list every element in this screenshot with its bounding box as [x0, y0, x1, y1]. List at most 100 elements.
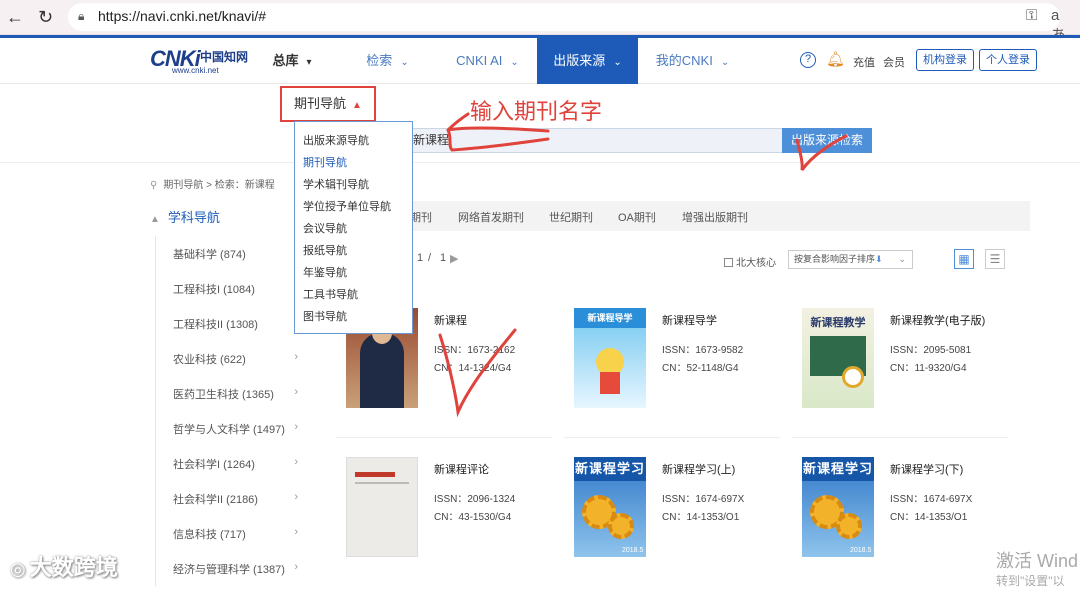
journal-cover[interactable]: 新课程教学	[802, 308, 874, 408]
annotation-text: 输入期刊名字	[470, 99, 603, 124]
help-icon[interactable]: ?	[800, 52, 816, 68]
menu-item-book-nav[interactable]: 图书导航	[295, 306, 412, 328]
journal-card[interactable]: 新课程导学 新课程导学 ISSN：1673-9582 CN：52-1148/G4	[564, 308, 779, 416]
journal-card[interactable]: 新课程教学 新课程教学(电子版) ISSN：2095-5081 CN：11-93…	[792, 308, 1007, 416]
journal-cn: CN：14-1353/O1	[662, 512, 740, 523]
sidebar-item-medicine[interactable]: 医药卫生科技 (1365) ›	[173, 386, 298, 402]
journal-card[interactable]: 新课程学习 2018.5 新课程学习(上) ISSN：1674-697X CN：…	[564, 457, 779, 565]
menu-item-journal-nav[interactable]: 期刊导航	[295, 152, 412, 174]
menu-item-academic-serial-nav[interactable]: 学术辑刊导航	[295, 174, 412, 196]
tab-century-journal[interactable]: 世纪期刊	[549, 209, 593, 225]
journal-title[interactable]: 新课程导学	[662, 312, 717, 328]
checkbox-box	[724, 258, 733, 267]
sidebar-item-engineering-2[interactable]: 工程科技II (1308)›	[173, 316, 298, 332]
menu-item-degree-unit-nav[interactable]: 学位授予单位导航	[295, 196, 412, 218]
card-divider	[336, 437, 552, 438]
sidebar-item-basic-science[interactable]: 基础科学 (874)›	[173, 246, 298, 262]
subject-nav-title[interactable]: ▲ 学科导航	[150, 207, 220, 226]
cover-title: 新课程导学	[574, 308, 646, 328]
browser-toolbar: ← ↻ 🔒︎ https://navi.cnki.net/knavi/# ⚿ a…	[0, 0, 1080, 44]
notification-bell-icon[interactable]: 🔔︎	[826, 50, 845, 68]
member-link[interactable]: 会员	[883, 54, 905, 70]
chevron-down-icon: ⌄	[898, 254, 906, 264]
page-current: 1	[417, 252, 424, 264]
journal-cover[interactable]: 新课程导学	[574, 308, 646, 408]
journal-cover[interactable]: 新课程学习 2018.5	[802, 457, 874, 557]
journal-issn: ISSN：1673-9582	[662, 345, 744, 356]
tab-oa-journal[interactable]: OA期刊	[618, 209, 656, 225]
menu-item-newspaper-nav[interactable]: 报纸导航	[295, 240, 412, 262]
cover-clock	[842, 366, 864, 388]
sidebar-item-humanities[interactable]: 哲学与人文科学 (1497) ›	[173, 421, 298, 437]
journal-cn: CN：43-1530/G4	[434, 512, 512, 523]
logo-cn-text: 中国知网	[200, 50, 249, 64]
search-type-dropdown[interactable]: 期刊导航 ▲	[280, 86, 376, 122]
sidebar-item-info-tech[interactable]: 信息科技 (717) ›	[173, 526, 298, 542]
menu-item-source-nav[interactable]: 出版来源导航	[295, 130, 412, 152]
cover-person	[360, 333, 404, 408]
sort-down-icon: ⬇	[875, 254, 883, 264]
org-login-button[interactable]: 机构登录	[916, 49, 974, 71]
logo-url-text: www.cnki.net	[172, 66, 219, 75]
cover-illustration	[600, 372, 620, 394]
journal-issn: ISSN：1673-2162	[434, 345, 516, 356]
tab-online-first[interactable]: 网络首发期刊	[458, 209, 524, 225]
journal-card[interactable]: 新课程评论 ISSN：2096-1324 CN：43-1530/G4	[336, 457, 551, 565]
sidebar-item-social-science-2[interactable]: 社会科学II (2186) ›	[173, 491, 298, 507]
journal-title[interactable]: 新课程教学(电子版)	[890, 312, 985, 328]
sidebar-item-agriculture[interactable]: 农业科技 (622) ›	[173, 351, 298, 367]
reload-icon[interactable]: ↻	[38, 6, 53, 28]
tab-journal[interactable]: 期刊	[410, 209, 432, 225]
sidebar-item-economics[interactable]: 经济与管理科学 (1387) ›	[173, 561, 298, 577]
nav-publication-source[interactable]: 出版来源 ⌄	[537, 38, 638, 84]
journal-title[interactable]: 新课程	[434, 312, 467, 328]
nav-cnki-ai[interactable]: CNKI AI ⌄	[440, 38, 535, 84]
journal-cn: CN：11-9320/G4	[890, 363, 967, 374]
recharge-link[interactable]: 充值	[853, 54, 875, 70]
cover-title: 新课程学习	[574, 457, 646, 481]
search-type-menu: 出版来源导航 期刊导航 学术辑刊导航 学位授予单位导航 会议导航 报纸导航 年鉴…	[294, 121, 413, 334]
divider	[0, 162, 1080, 163]
sidebar-item-social-science-1[interactable]: 社会科学I (1264) ›	[173, 456, 298, 472]
chevron-down-icon: ⌄	[720, 57, 730, 68]
menu-item-reference-book-nav[interactable]: 工具书导航	[295, 284, 412, 306]
nav-zongku[interactable]: 总库 ▾	[262, 38, 322, 84]
search-button[interactable]: 出版来源检索	[782, 128, 872, 153]
next-page-icon[interactable]: ▶	[450, 252, 458, 265]
key-icon[interactable]: ⚿	[1026, 7, 1037, 24]
sidebar-item-engineering-1[interactable]: 工程科技I (1084)›	[173, 281, 298, 297]
page-total: 1	[440, 252, 447, 264]
journal-cn: CN：52-1148/G4	[662, 363, 739, 374]
personal-login-button[interactable]: 个人登录	[979, 49, 1037, 71]
watermark-icon: ◎	[10, 559, 26, 579]
back-arrow-icon[interactable]: ←	[6, 6, 24, 28]
journal-title[interactable]: 新课程评论	[434, 461, 489, 477]
list-view-icon[interactable]: ☰	[985, 249, 1005, 269]
grid-view-icon[interactable]: ▦	[954, 249, 974, 269]
nav-my-cnki[interactable]: 我的CNKI ⌄	[645, 38, 740, 84]
sort-select[interactable]: 按复合影响因子排序⬇ ⌄	[788, 250, 913, 269]
caret-up-icon: ▲	[352, 100, 362, 111]
journal-cn: CN：14-1324/G4	[434, 363, 512, 374]
location-pin-icon: ⚲	[150, 180, 158, 191]
caret-up-icon: ▲	[150, 214, 160, 225]
journal-cover[interactable]	[346, 457, 418, 557]
tab-enhanced-journal[interactable]: 增强出版期刊	[682, 209, 748, 225]
nav-search[interactable]: 检索 ⌄	[345, 38, 430, 84]
core-journal-checkbox[interactable]: 北大核心	[724, 254, 776, 269]
journal-cover[interactable]: 新课程学习 2018.5	[574, 457, 646, 557]
menu-item-conference-nav[interactable]: 会议导航	[295, 218, 412, 240]
chevron-right-icon: ›	[294, 491, 298, 503]
address-bar[interactable]: 🔒︎ https://navi.cnki.net/knavi/# ⚿ aあ	[68, 3, 1066, 44]
search-input[interactable]: 新课程	[408, 128, 784, 153]
cover-gear	[836, 513, 862, 539]
journal-title[interactable]: 新课程学习(上)	[662, 461, 735, 477]
cnki-logo[interactable]: CNKi 中国知网 www.cnki.net	[150, 46, 250, 76]
menu-item-yearbook-nav[interactable]: 年鉴导航	[295, 262, 412, 284]
journal-title[interactable]: 新课程学习(下)	[890, 461, 963, 477]
cover-gear	[608, 513, 634, 539]
chevron-right-icon: ›	[294, 526, 298, 538]
journal-card[interactable]: 新课程学习 2018.5 新课程学习(下) ISSN：1674-697X CN：…	[792, 457, 1007, 565]
page-separator: /	[428, 252, 432, 264]
chevron-down-icon: ⌄	[510, 57, 519, 68]
